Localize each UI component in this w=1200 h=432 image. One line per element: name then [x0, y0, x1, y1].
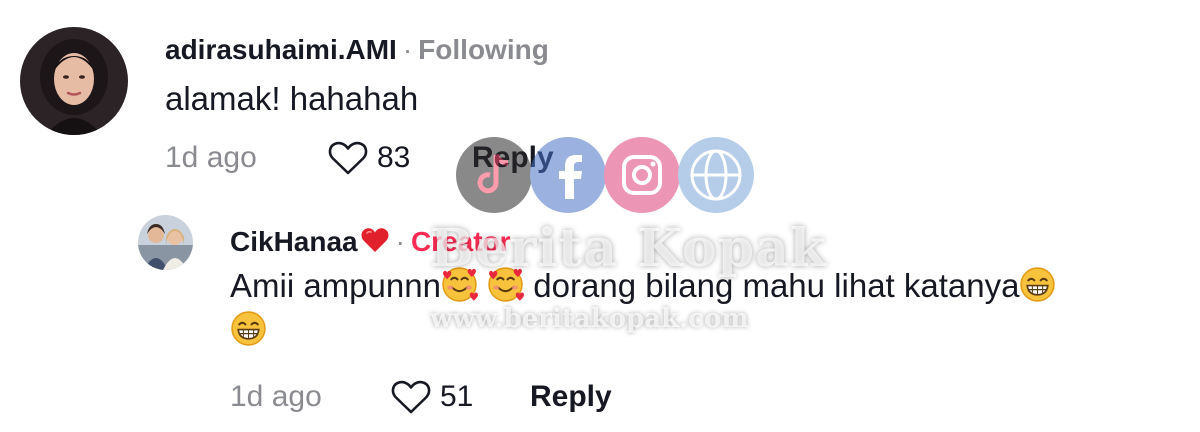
- like-button[interactable]: 83: [327, 139, 472, 177]
- heart-outline-icon: [328, 141, 368, 175]
- creator-badge: Creator: [410, 226, 511, 257]
- like-button[interactable]: 51: [390, 378, 530, 416]
- reply-text-part: dorang bilang mahu lihat katanya: [524, 267, 1020, 304]
- reply-button[interactable]: Reply: [530, 380, 612, 414]
- comment-actions: 1d ago 83 Reply: [165, 138, 554, 178]
- username[interactable]: CikHanaa: [230, 226, 358, 257]
- separator-dot: ·: [402, 34, 413, 65]
- globe-icon: [678, 137, 754, 213]
- reply-user-avatar[interactable]: [138, 215, 193, 270]
- reply-text-part: Amii ampunnn: [230, 267, 441, 304]
- timestamp: 1d ago: [165, 141, 257, 174]
- reply-header: CikHanaa · Creator: [230, 225, 511, 259]
- instagram-icon: [604, 137, 680, 213]
- heart-outline-icon: [391, 380, 431, 414]
- following-label: Following: [418, 34, 549, 65]
- grinning-face-icon: [1019, 266, 1056, 303]
- reply-actions: 1d ago 51 Reply: [230, 377, 612, 417]
- separator-dot: ·: [395, 226, 405, 257]
- avatar-image: [20, 27, 128, 135]
- like-count: 83: [377, 141, 411, 174]
- timestamp: 1d ago: [230, 380, 322, 413]
- like-count: 51: [440, 380, 474, 413]
- reply-button[interactable]: Reply: [472, 141, 554, 175]
- user-avatar[interactable]: [20, 27, 128, 135]
- comment-text: alamak! hahahah: [165, 80, 419, 117]
- comment-header: adirasuhaimi.AMI · Following: [165, 33, 549, 67]
- smiling-face-with-hearts-icon: [487, 266, 524, 303]
- avatar-image: [138, 215, 193, 270]
- red-heart-icon: [361, 228, 389, 252]
- smiling-face-with-hearts-icon: [441, 266, 478, 303]
- username[interactable]: adirasuhaimi.AMI: [165, 34, 397, 65]
- reply-text: Amii ampunnn dorang bilang mahu lihat ka…: [230, 264, 1190, 352]
- grinning-face-icon: [230, 310, 267, 347]
